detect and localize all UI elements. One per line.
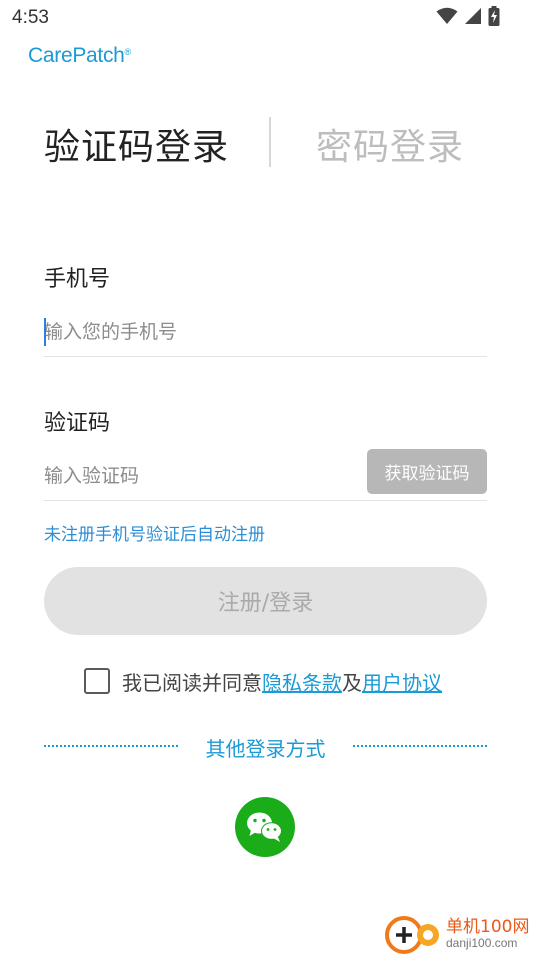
status-icons [436, 6, 500, 26]
tab-divider [269, 117, 271, 167]
phone-label: 手机号 [44, 267, 111, 292]
auto-register-hint: 未注册手机号验证后自动注册 [44, 525, 265, 545]
code-label: 验证码 [44, 411, 111, 436]
watermark-title: 单机100网 [446, 917, 530, 937]
text-caret [44, 318, 46, 346]
status-bar: 4:53 [0, 0, 540, 36]
code-input-row: 获取验证码 [44, 449, 487, 501]
privacy-policy-link[interactable]: 隐私条款 [262, 671, 342, 695]
get-code-button[interactable]: 获取验证码 [367, 449, 487, 494]
wechat-icon [247, 812, 282, 842]
watermark-logo-icon [385, 916, 439, 954]
divider-dots-right [353, 745, 487, 747]
watermark-url: danji100.com [446, 936, 518, 950]
brand-logo: CarePatch® [28, 44, 131, 68]
brand-registered-mark: ® [124, 47, 132, 57]
tab-password-login[interactable]: 密码登录 [316, 118, 464, 170]
tab-sms-code-login[interactable]: 验证码登录 [44, 118, 229, 170]
wechat-login-button[interactable] [235, 797, 295, 857]
agreement-joiner: 及 [342, 670, 362, 695]
other-login-divider: 其他登录方式 [44, 731, 487, 761]
user-agreement-link[interactable]: 用户协议 [362, 671, 442, 695]
watermark: 单机100网 danji100.com [384, 912, 536, 956]
signal-icon [465, 8, 481, 24]
agreement-row: 我已阅读并同意隐私条款及用户协议 [84, 666, 442, 696]
phone-input[interactable] [44, 311, 487, 353]
agreement-checkbox[interactable] [84, 668, 110, 694]
status-time: 4:53 [12, 7, 49, 28]
phone-input-row [44, 311, 487, 357]
brand-name: CarePatch [28, 44, 125, 67]
other-login-label: 其他登录方式 [205, 737, 326, 761]
agreement-text: 我已阅读并同意隐私条款及用户协议 [122, 667, 442, 696]
battery-charging-icon [488, 6, 500, 26]
wifi-icon [436, 7, 458, 24]
agreement-prefix: 我已阅读并同意 [122, 670, 262, 695]
register-login-button[interactable]: 注册/登录 [44, 567, 487, 635]
code-input[interactable] [44, 455, 344, 497]
